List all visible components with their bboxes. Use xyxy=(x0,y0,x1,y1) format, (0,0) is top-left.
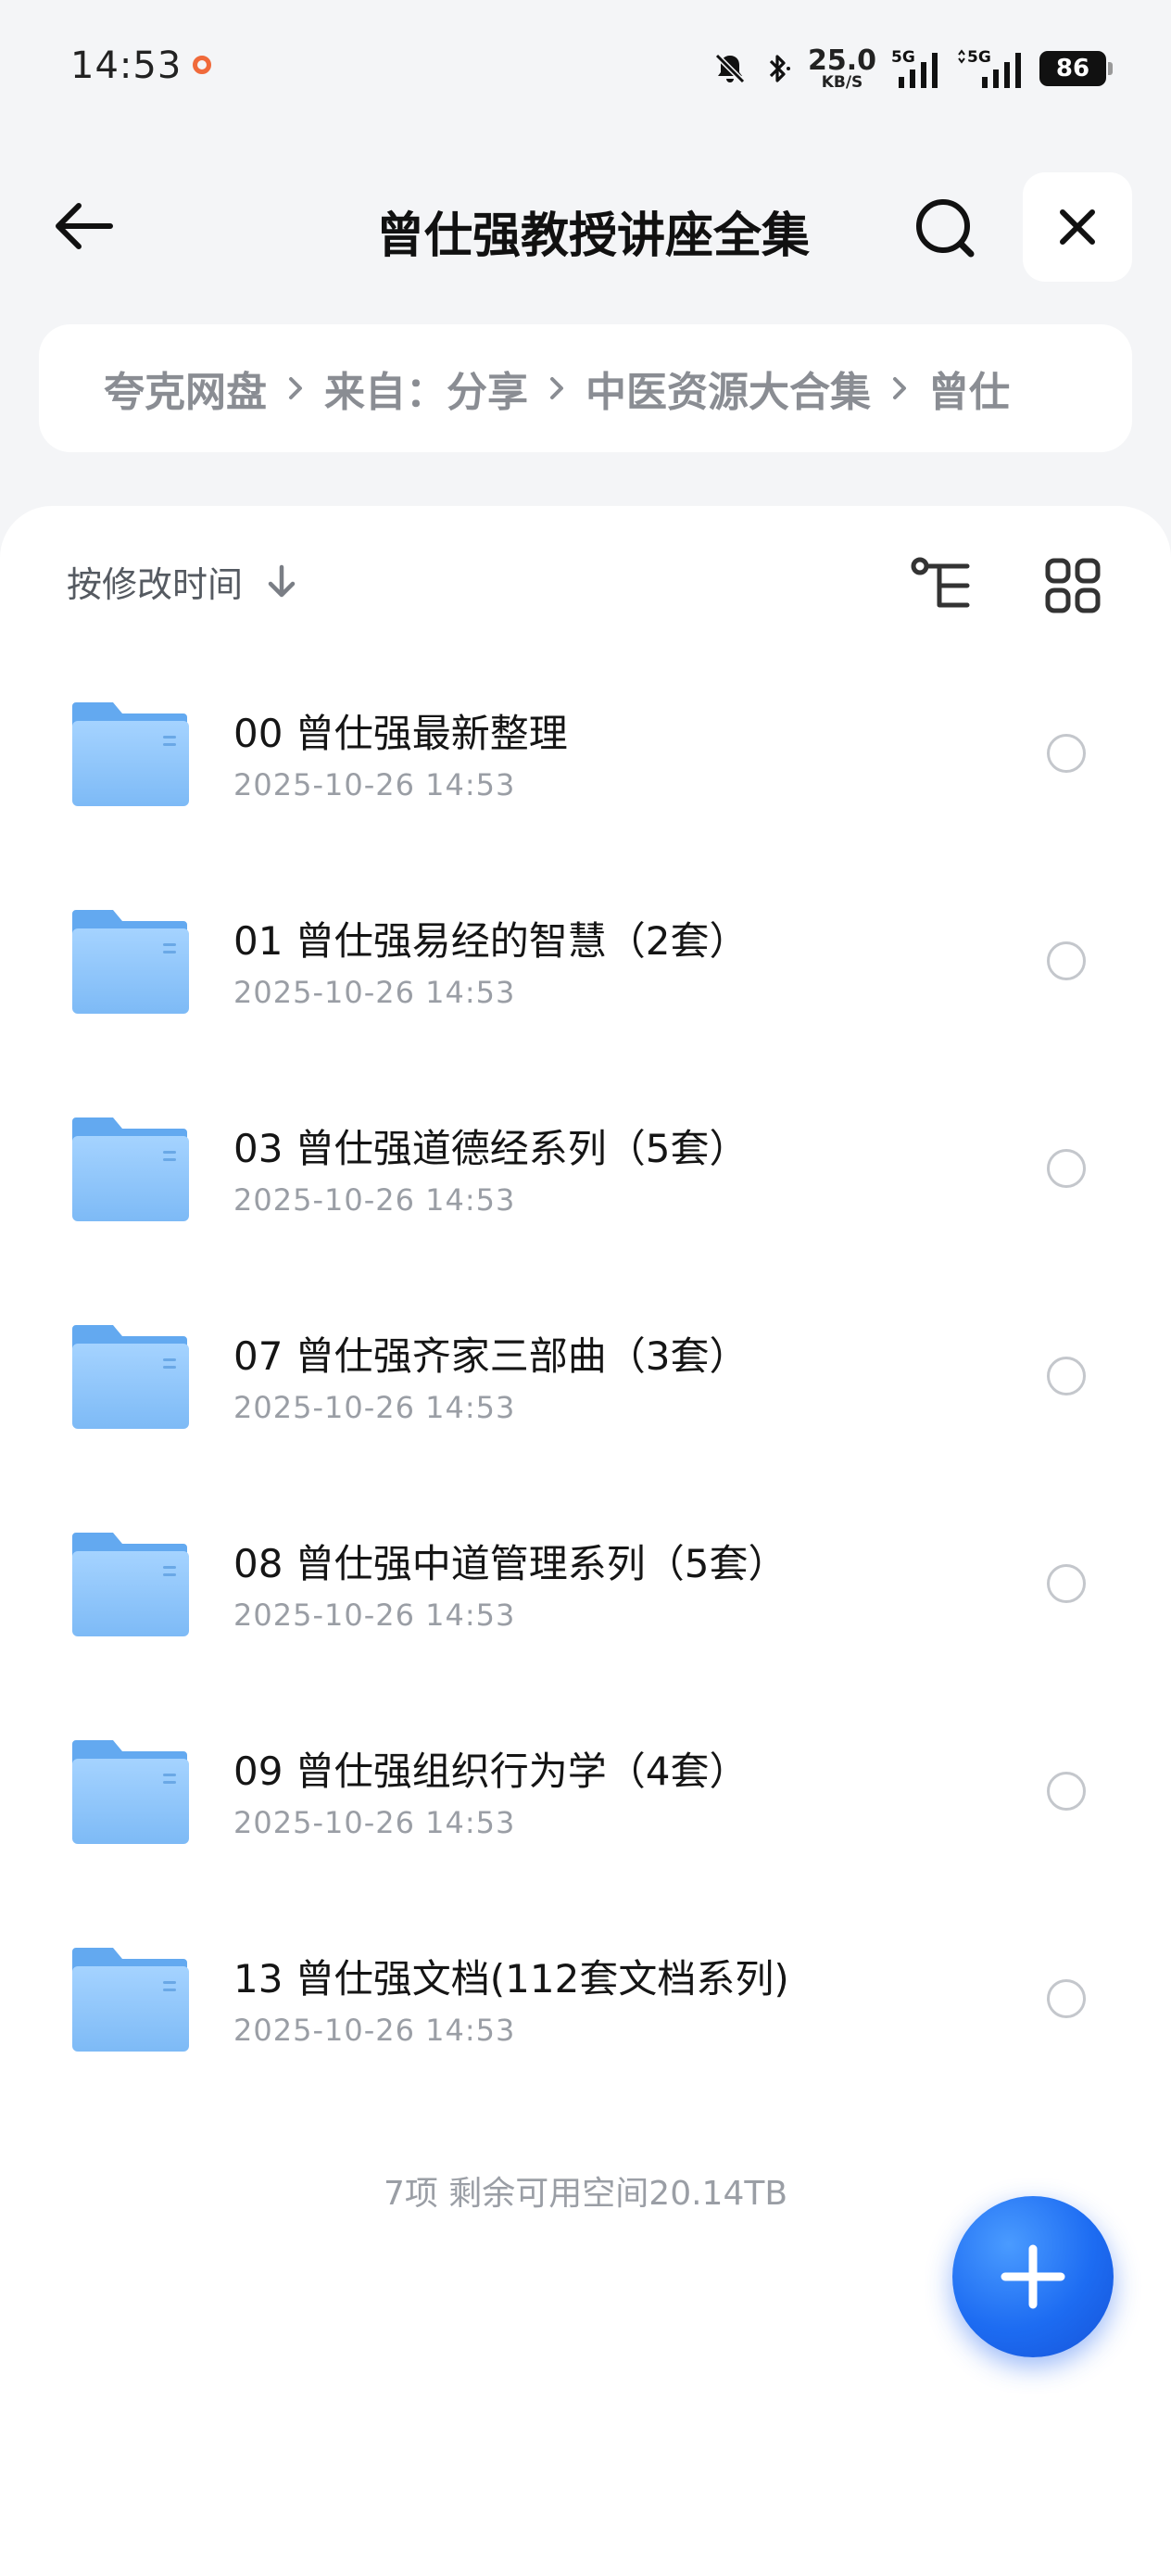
chevron-right-icon xyxy=(548,375,565,401)
file-date: 2025-10-26 14:53 xyxy=(233,2013,516,2048)
sort-toolbar: 按修改时间 xyxy=(0,506,1171,652)
folder-icon xyxy=(70,1736,189,1846)
file-date: 2025-10-26 14:53 xyxy=(233,1182,516,1218)
file-row[interactable]: 00 曾仕强最新整理 2025-10-26 14:53 xyxy=(0,652,1171,860)
folder-icon xyxy=(70,1944,189,2053)
breadcrumb-item-collection[interactable]: 中医资源大合集 xyxy=(586,359,871,418)
signal-5g-data-icon: 5G xyxy=(956,47,1025,90)
file-name: 03 曾仕强道德经系列（5套） xyxy=(233,1126,749,1171)
select-checkbox[interactable] xyxy=(1047,1772,1086,1811)
folder-icon xyxy=(70,1321,189,1431)
select-checkbox[interactable] xyxy=(1047,1564,1086,1603)
bluetooth-icon xyxy=(763,50,793,87)
file-name: 01 曾仕强易经的智慧（2套） xyxy=(233,918,749,964)
select-checkbox[interactable] xyxy=(1047,734,1086,773)
close-button[interactable] xyxy=(1023,172,1132,282)
breadcrumb-item-root[interactable]: 夸克网盘 xyxy=(104,359,267,418)
status-time: 14:53 xyxy=(70,44,183,87)
file-date: 2025-10-26 14:53 xyxy=(233,975,516,1010)
select-checkbox[interactable] xyxy=(1047,1979,1086,2018)
file-date: 2025-10-26 14:53 xyxy=(233,1597,516,1633)
file-name: 13 曾仕强文档(112套文档系列) xyxy=(233,1956,789,2001)
search-icon xyxy=(916,199,975,258)
signal2-label: 5G xyxy=(967,48,991,67)
file-row[interactable]: 07 曾仕强齐家三部曲（3套） 2025-10-26 14:53 xyxy=(0,1275,1171,1483)
file-name: 09 曾仕强组织行为学（4套） xyxy=(233,1749,749,1794)
file-list: 00 曾仕强最新整理 2025-10-26 14:53 01 曾仕强易经的智慧（2套… xyxy=(0,652,1171,2105)
recording-indicator-icon xyxy=(193,56,211,74)
battery-icon: 86 xyxy=(1039,51,1113,86)
arrow-down-icon xyxy=(268,564,296,597)
search-button[interactable] xyxy=(908,191,982,265)
select-checkbox[interactable] xyxy=(1047,941,1086,980)
network-speed-unit: KB/S xyxy=(821,72,863,92)
sort-label: 按修改时间 xyxy=(67,564,244,605)
file-date: 2025-10-26 14:53 xyxy=(233,1390,516,1425)
select-checkbox[interactable] xyxy=(1047,1357,1086,1395)
battery-level: 86 xyxy=(1055,55,1090,82)
grid-view-icon xyxy=(1045,558,1101,613)
signal-5g-icon: 5G xyxy=(891,47,941,90)
file-row[interactable]: 13 曾仕强文档(112套文档系列) 2025-10-26 14:53 xyxy=(0,1898,1171,2105)
file-row[interactable]: 01 曾仕强易经的智慧（2套） 2025-10-26 14:53 xyxy=(0,860,1171,1067)
sort-button[interactable]: 按修改时间 xyxy=(67,556,298,607)
file-name: 00 曾仕强最新整理 xyxy=(233,711,568,756)
add-button[interactable] xyxy=(952,2196,1114,2357)
grid-view-button[interactable] xyxy=(1038,550,1108,621)
file-row[interactable]: 08 曾仕强中道管理系列（5套） 2025-10-26 14:53 xyxy=(0,1483,1171,1690)
chevron-right-icon xyxy=(287,375,304,401)
title-bar: 曾仕强教授讲座全集 xyxy=(0,167,1171,284)
folder-icon xyxy=(70,906,189,1016)
chevron-right-icon xyxy=(891,375,908,401)
tree-view-icon xyxy=(911,557,970,608)
status-icons: 25.0 KB/S 5G 5G 86 xyxy=(711,44,1113,92)
bell-muted-icon xyxy=(711,50,749,87)
folder-icon xyxy=(70,699,189,808)
select-checkbox[interactable] xyxy=(1047,1149,1086,1188)
close-icon xyxy=(1060,209,1095,245)
network-speed-value: 25.0 xyxy=(807,44,876,77)
page-title: 曾仕强教授讲座全集 xyxy=(375,208,810,264)
file-date: 2025-10-26 14:53 xyxy=(233,767,516,802)
breadcrumb: 夸克网盘 来自：分享 中医资源大合集 曾仕 xyxy=(39,324,1132,452)
file-row[interactable]: 09 曾仕强组织行为学（4套） 2025-10-26 14:53 xyxy=(0,1690,1171,1898)
status-bar: 14:53 25.0 KB/S 5G 5G 86 xyxy=(0,0,1171,135)
file-name: 08 曾仕强中道管理系列（5套） xyxy=(233,1541,787,1586)
tree-view-button[interactable] xyxy=(908,550,978,621)
breadcrumb-item-current[interactable]: 曾仕 xyxy=(928,359,1010,418)
plus-icon xyxy=(1001,2244,1065,2309)
folder-icon xyxy=(70,1114,189,1223)
file-date: 2025-10-26 14:53 xyxy=(233,1805,516,1840)
breadcrumb-item-shared[interactable]: 来自：分享 xyxy=(324,359,528,418)
arrow-left-icon xyxy=(56,203,113,249)
back-button[interactable] xyxy=(48,191,119,261)
signal1-label: 5G xyxy=(891,48,915,67)
file-row[interactable]: 03 曾仕强道德经系列（5套） 2025-10-26 14:53 xyxy=(0,1067,1171,1275)
file-name: 07 曾仕强齐家三部曲（3套） xyxy=(233,1333,749,1379)
folder-icon xyxy=(70,1529,189,1638)
network-speed: 25.0 KB/S xyxy=(807,44,876,92)
